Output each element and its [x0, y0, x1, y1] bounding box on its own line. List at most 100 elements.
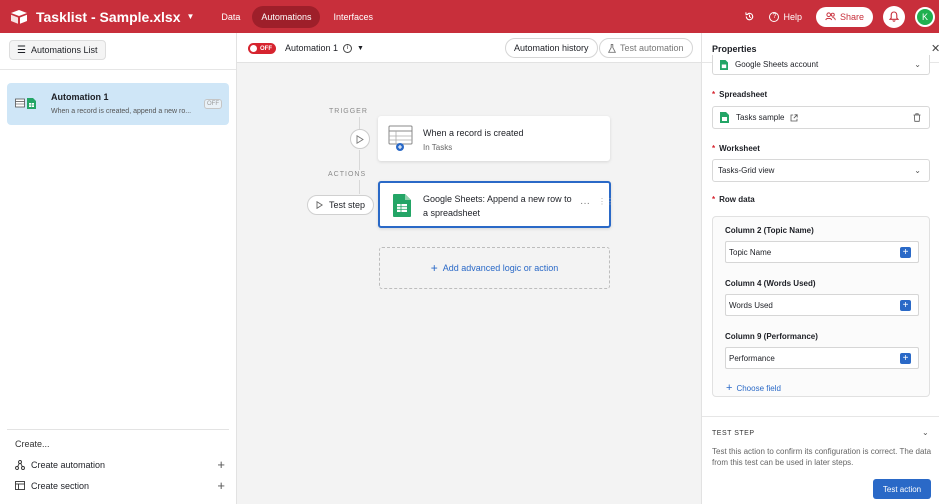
test-step-divider [702, 416, 939, 417]
spreadsheet-value: Tasks sample [736, 113, 785, 122]
trigger-title: When a record is created [423, 128, 524, 138]
top-bar: Tasklist - Sample.xlsx ▼ Data Automation… [0, 0, 939, 33]
worksheet-label: * Worksheet [712, 144, 760, 153]
automations-list-label: Automations List [30, 45, 98, 55]
sidebar-divider [0, 69, 236, 70]
help-icon: ? [769, 11, 780, 22]
chevron-down-icon[interactable]: ⌄ [922, 428, 929, 437]
account-value: Google Sheets account [735, 60, 819, 69]
add-field-icon[interactable]: + [900, 353, 911, 364]
spreadsheet-field[interactable]: Tasks sample [712, 106, 930, 129]
test-automation-button[interactable]: Test automation [599, 38, 693, 58]
required-marker: * [712, 195, 716, 204]
connector-line [359, 180, 360, 194]
required-marker: * [712, 90, 716, 99]
help-label: Help [783, 11, 802, 22]
test-step-button[interactable]: Test step [307, 195, 375, 215]
bell-icon [889, 11, 899, 22]
column-value-field[interactable]: Performance + [725, 347, 919, 369]
account-select[interactable]: Google Sheets account ⌄ [712, 55, 930, 75]
plus-icon: + [217, 478, 225, 493]
required-marker: * [712, 144, 716, 153]
automations-list-button[interactable]: ☰ Automations List [9, 40, 106, 60]
close-icon[interactable]: ✕ [931, 42, 939, 55]
share-button[interactable]: Share [815, 6, 873, 27]
column-value: Topic Name [729, 247, 772, 257]
test-action-button[interactable]: Test action [873, 479, 931, 499]
action-card[interactable]: Google Sheets: Append a new row to a spr… [378, 181, 614, 228]
external-link-icon[interactable] [790, 113, 799, 122]
add-field-icon[interactable]: + [900, 247, 911, 258]
add-advanced-logic-button[interactable]: + Add advanced logic or action [379, 247, 610, 289]
action-title: Google Sheets: Append a new row to a spr… [423, 194, 572, 218]
spreadsheet-label: * Spreadsheet [712, 90, 767, 99]
plus-icon: + [726, 382, 733, 394]
drag-handle-icon[interactable]: ⋮⋮ [598, 197, 614, 206]
plus-icon: + [430, 261, 438, 275]
tab-data[interactable]: Data [212, 6, 249, 28]
choose-field-label: Choose field [736, 383, 781, 393]
automation-toggle[interactable]: OFF [248, 43, 276, 54]
column-value-field[interactable]: Topic Name + [725, 241, 919, 263]
automation-name: Automation 1 [51, 92, 109, 102]
users-icon [825, 12, 836, 21]
test-step-label: Test step [329, 200, 366, 210]
info-icon[interactable]: i [343, 43, 353, 53]
sidebar-item-automation-1[interactable]: Automation 1 When a record is created, a… [7, 83, 229, 125]
tab-automations[interactable]: Automations [252, 5, 321, 28]
avatar[interactable]: K [915, 6, 935, 27]
automations-sidebar: ☰ Automations List Automation 1 When a r… [0, 33, 237, 504]
history-button[interactable] [744, 11, 755, 22]
google-sheets-icon [720, 59, 728, 70]
trash-icon[interactable] [913, 113, 921, 122]
create-automation-label: Create automation [31, 459, 106, 470]
worksheet-value: Tasks-Grid view [718, 166, 775, 175]
trigger-subtitle: In Tasks [423, 143, 453, 152]
properties-scrollbar[interactable] [933, 63, 938, 383]
row-data-box: Column 2 (Topic Name) Topic Name + Colum… [712, 216, 930, 397]
table-add-icon [388, 125, 413, 151]
row-data-label: * Row data [712, 195, 755, 204]
google-sheets-icon [393, 194, 411, 217]
run-trigger-button[interactable] [350, 129, 370, 149]
automation-description: When a record is created, append a new r… [51, 108, 192, 115]
table-icon [15, 98, 25, 108]
flask-icon [608, 43, 616, 53]
plus-icon: + [217, 457, 225, 472]
chevron-down-icon: ⌄ [914, 166, 921, 175]
more-options-icon[interactable]: ··· [580, 198, 590, 209]
column-label: Column 4 (Words Used) [725, 279, 816, 288]
help-button[interactable]: ? Help [769, 11, 802, 22]
choose-field-button[interactable]: + Choose field [726, 382, 781, 394]
chevron-down-icon: ▼ [357, 44, 364, 52]
row-data-label-text: Row data [719, 195, 755, 204]
base-title[interactable]: Tasklist - Sample.xlsx ▼ [36, 9, 194, 25]
connector-line [359, 150, 360, 170]
automation-title[interactable]: Automation 1 i ▼ [285, 43, 364, 53]
properties-title: Properties [712, 44, 757, 54]
worksheet-select[interactable]: Tasks-Grid view ⌄ [712, 159, 930, 182]
test-step-title: TEST STEP [712, 430, 755, 437]
toggle-knob [250, 45, 257, 52]
status-badge: OFF [204, 99, 222, 109]
automation-history-button[interactable]: Automation history [505, 38, 598, 58]
tab-interfaces[interactable]: Interfaces [324, 6, 382, 28]
create-label: Create... [15, 439, 50, 449]
create-section-button[interactable]: Create section + [15, 478, 225, 493]
trigger-section-label: TRIGGER [329, 108, 368, 115]
create-automation-button[interactable]: Create automation + [15, 457, 225, 472]
chevron-down-icon: ⌄ [914, 60, 921, 69]
create-section-label: Create section [31, 480, 90, 491]
column-value-field[interactable]: Words Used + [725, 294, 919, 316]
trigger-card[interactable]: When a record is created In Tasks [378, 116, 610, 161]
share-label: Share [839, 11, 864, 22]
play-icon [356, 134, 364, 144]
spreadsheet-label-text: Spreadsheet [719, 90, 768, 99]
add-field-icon[interactable]: + [900, 300, 911, 311]
sidebar-bottom-divider [7, 429, 229, 430]
test-step-description: Test this action to confirm its configur… [712, 447, 932, 467]
notifications-button[interactable] [883, 5, 905, 28]
app-logo-icon[interactable] [11, 9, 27, 24]
properties-panel: Properties ✕ Google Sheets account ⌄ * Sp… [701, 33, 939, 504]
google-sheets-icon [720, 112, 729, 123]
